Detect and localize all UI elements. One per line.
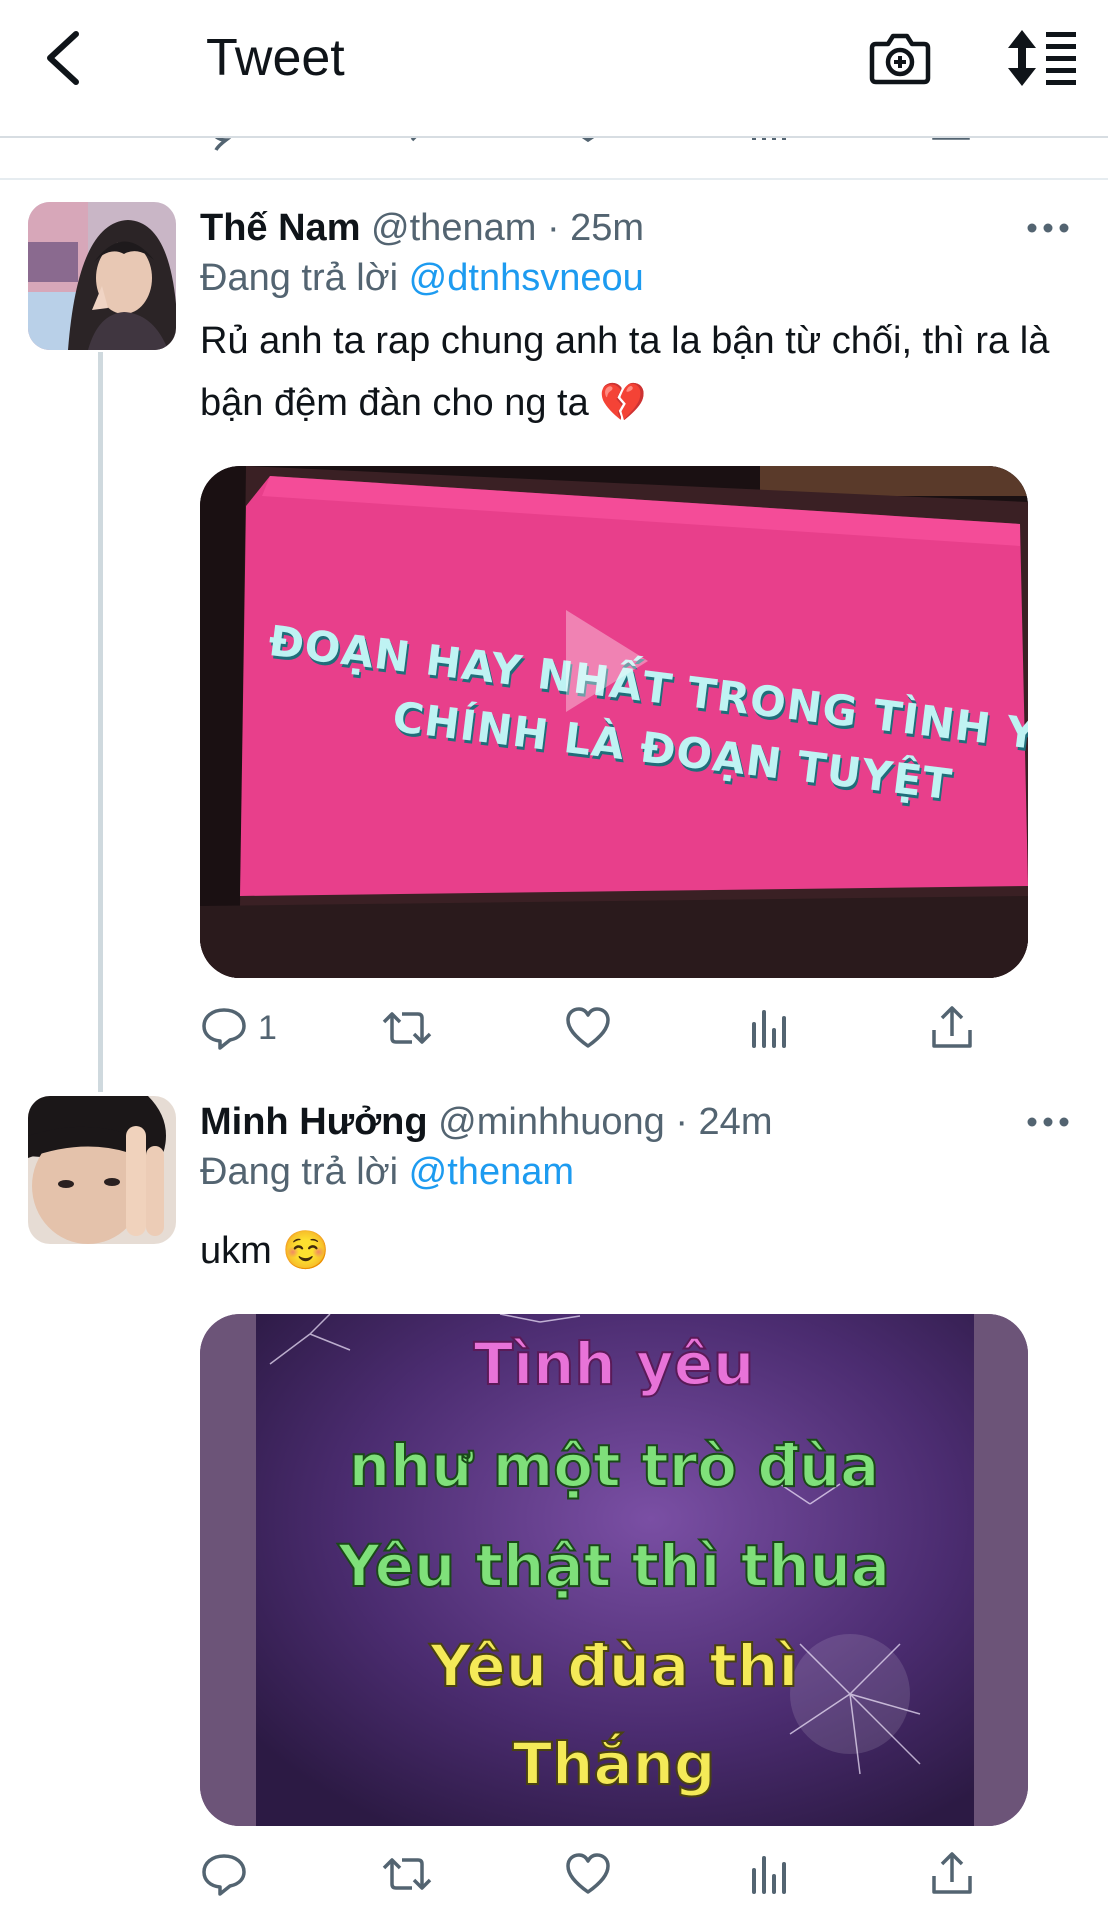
back-icon (47, 31, 79, 85)
avatar[interactable] (28, 1096, 176, 1244)
tweet-image[interactable]: Tình yêu như một trò đùa Yêu thật thì th… (200, 1314, 1028, 1826)
mention-link[interactable]: @dtnhsvneou (409, 257, 644, 299)
share-icon (932, 1006, 972, 1048)
top-bar: Tweet (0, 0, 1108, 138)
display-name[interactable]: Minh Hưởng (200, 1101, 428, 1143)
camera-icon (869, 33, 931, 85)
analytics-icon (752, 1010, 786, 1048)
retweet-button[interactable] (380, 1846, 434, 1902)
tweet-text: ukm ☺️ (200, 1230, 330, 1272)
like-icon (566, 1007, 610, 1048)
mention-link[interactable]: @thenam (409, 1151, 574, 1193)
reply-button[interactable]: 1 (200, 1000, 277, 1056)
more-options-icon[interactable] (1024, 216, 1072, 240)
tweet-header: Thế Nam @thenam · 25m (200, 204, 644, 252)
reply-icon (202, 1854, 246, 1896)
tweet-actions: 1 (0, 1000, 1108, 1056)
like-icon (566, 1853, 610, 1894)
divider (0, 178, 1108, 180)
user-handle[interactable]: @minhhuong (438, 1101, 665, 1143)
more-options-icon[interactable] (1024, 1110, 1072, 1134)
separator-dot: · (675, 1101, 688, 1143)
replying-to-label: Đang trả lời (200, 257, 399, 299)
back-button[interactable] (38, 26, 94, 90)
timestamp: 24m (698, 1101, 773, 1143)
reply-button[interactable] (200, 1846, 248, 1902)
share-button[interactable] (928, 1846, 976, 1902)
user-handle[interactable]: @thenam (371, 207, 536, 249)
share-icon (932, 1852, 972, 1894)
reply-icon (202, 1008, 246, 1050)
separator-dot: · (546, 207, 560, 249)
timestamp: 25m (570, 207, 645, 249)
camera-button[interactable] (868, 26, 932, 90)
replying-to-label: Đang trả lời (200, 1151, 399, 1193)
replying-to: Đang trả lời @dtnhsvneou (200, 254, 644, 302)
retweet-icon (382, 1012, 432, 1044)
like-button[interactable] (564, 1000, 612, 1056)
tweet-text: Rủ anh ta rap chung anh ta la bận từ chố… (200, 320, 1050, 424)
analytics-button[interactable] (746, 1846, 794, 1902)
sort-replies-button[interactable] (1000, 26, 1080, 90)
image-line-2: như một trò đùa (348, 1431, 881, 1501)
retweet-button[interactable] (380, 1000, 434, 1056)
display-name[interactable]: Thế Nam (200, 207, 360, 249)
retweet-icon (382, 1858, 432, 1890)
sort-icon (1008, 30, 1076, 86)
tweet-actions (0, 1846, 1108, 1902)
analytics-button[interactable] (746, 1000, 794, 1056)
image-line-5: Thắng (512, 1729, 717, 1799)
avatar[interactable] (28, 202, 176, 350)
like-button[interactable] (564, 1846, 612, 1902)
play-icon[interactable] (558, 606, 654, 716)
image-line-3: Yêu thật thì thua (337, 1531, 891, 1601)
image-line-4: Yêu đùa thì (429, 1631, 800, 1701)
replying-to: Đang trả lời @thenam (200, 1148, 574, 1196)
tweet-header: Minh Hưởng @minhhuong · 24m (200, 1098, 772, 1146)
tweet-video[interactable]: ĐOẠN HAY NHẤT TRONG TÌNH YÊU CHÍNH LÀ ĐO… (200, 466, 1028, 978)
image-line-1: Tình yêu (473, 1329, 756, 1399)
share-button[interactable] (928, 1000, 976, 1056)
thread-connector (98, 352, 103, 1092)
page-title: Tweet (206, 29, 345, 87)
reply-count: 1 (258, 1008, 277, 1047)
analytics-icon (752, 1856, 786, 1894)
